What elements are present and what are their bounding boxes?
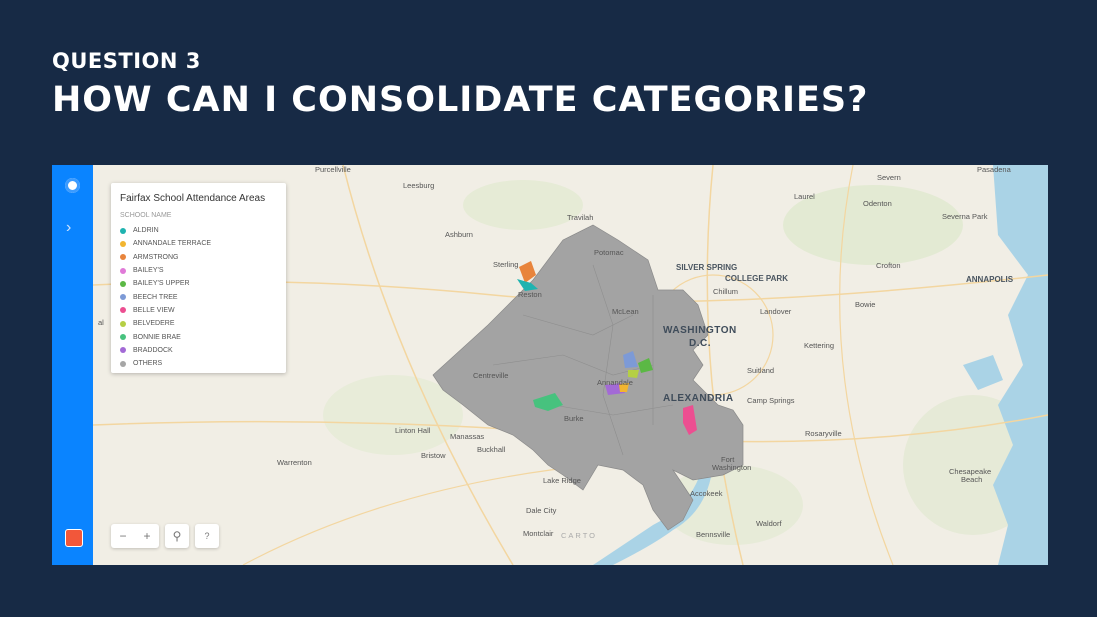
map-label: COLLEGE PARK xyxy=(725,274,788,283)
map-label: Sterling xyxy=(493,260,519,269)
search-icon[interactable]: ⚲ xyxy=(165,524,189,548)
legend-item-label: BONNIE BRAE xyxy=(133,333,181,341)
legend-item: BAILEY'S xyxy=(120,264,211,277)
map-label: Reston xyxy=(518,290,542,299)
legend-item: BAILEY'S UPPER xyxy=(120,277,211,290)
map-label: Ashburn xyxy=(445,230,473,239)
search-control: ⚲ xyxy=(165,524,189,548)
legend-swatch-icon xyxy=(120,294,126,301)
map-label: Crofton xyxy=(876,261,901,270)
map-label: al xyxy=(98,318,104,327)
map-label: McLean xyxy=(612,307,639,316)
slide-title: HOW CAN I CONSOLIDATE CATEGORIES? xyxy=(52,80,869,120)
zoom-controls: − + xyxy=(111,524,159,548)
map-label: Travilah xyxy=(567,213,594,222)
map-label: WASHINGTON xyxy=(663,325,737,336)
legend-swatch-icon xyxy=(120,307,126,314)
map-label: Buckhall xyxy=(477,445,506,454)
legend-item: BRADDOCK xyxy=(120,344,211,357)
legend-panel: Fairfax School Attendance Areas SCHOOL N… xyxy=(111,183,286,373)
map-label: Lake Ridge xyxy=(543,476,581,485)
map-label: Leesburg xyxy=(403,181,435,190)
map-label: Odenton xyxy=(863,199,892,208)
legend-item: ALDRIN xyxy=(120,224,211,237)
map-label: D.C. xyxy=(689,338,711,349)
help-button[interactable]: ? xyxy=(195,524,219,548)
legend-swatch-icon xyxy=(120,334,126,341)
layers-icon[interactable] xyxy=(65,178,80,193)
map-label: SILVER SPRING xyxy=(676,263,738,272)
map-label: Camp Springs xyxy=(747,396,795,405)
map-label: Bennsville xyxy=(696,530,731,539)
legend-item: BELVEDERE xyxy=(120,317,211,330)
legend-swatch-icon xyxy=(120,280,126,287)
map-label: Annandale xyxy=(597,378,633,387)
question-eyebrow: QUESTION 3 xyxy=(52,49,201,73)
map-label: Linton Hall xyxy=(395,426,431,435)
map-label: Bowie xyxy=(855,300,876,309)
legend-item-label: BELVEDERE xyxy=(133,320,175,328)
legend-list: ALDRIN ANNANDALE TERRACE ARMSTRONG BAILEY'S… xyxy=(120,224,211,370)
legend-swatch-icon xyxy=(120,320,126,327)
map-label: Purcellville xyxy=(315,165,351,174)
legend-item-label: ARMSTRONG xyxy=(133,253,179,261)
carto-attribution: CARTO xyxy=(561,531,597,540)
legend-swatch-icon xyxy=(120,240,126,247)
chevron-right-icon[interactable]: › xyxy=(66,219,71,237)
map-label: Bristow xyxy=(421,451,446,460)
legend-item-label: BRADDOCK xyxy=(133,346,173,354)
map-label: Warrenton xyxy=(277,458,312,467)
map-label: Severn xyxy=(877,173,901,182)
map-label: Manassas xyxy=(450,432,485,441)
carto-logo-icon[interactable] xyxy=(65,529,83,547)
map-label: Accokeek xyxy=(690,489,723,498)
map-label: Washington xyxy=(712,463,752,472)
map-label: Rosaryville xyxy=(805,429,842,438)
map-label: Waldorf xyxy=(756,519,782,528)
map-label: Pasadena xyxy=(977,165,1011,174)
legend-swatch-icon xyxy=(120,347,126,354)
map-label: Montclair xyxy=(523,529,554,538)
legend-item-label: ALDRIN xyxy=(133,227,159,235)
map-label: Laurel xyxy=(794,192,815,201)
legend-item-label: BAILEY'S xyxy=(133,267,164,275)
map-label: Burke xyxy=(564,414,584,423)
map-label: Kettering xyxy=(804,341,835,350)
map-controls: − + ⚲ ? xyxy=(111,524,225,548)
legend-swatch-icon xyxy=(120,360,126,367)
legend-item-label: BAILEY'S UPPER xyxy=(133,280,190,288)
help-control: ? xyxy=(195,524,219,548)
map-label: Potomac xyxy=(594,248,624,257)
legend-item: BONNIE BRAE xyxy=(120,330,211,343)
map-label: ANNAPOLIS xyxy=(966,275,1014,284)
map-label: Centreville xyxy=(473,371,509,380)
legend-item: ARMSTRONG xyxy=(120,251,211,264)
map-label: Beach xyxy=(961,475,983,484)
legend-item-label: OTHERS xyxy=(133,360,163,368)
legend-item: BEECH TREE xyxy=(120,290,211,303)
zoom-out-button[interactable]: − xyxy=(111,524,135,548)
legend-item-label: BEECH TREE xyxy=(133,293,178,301)
map-label: Landover xyxy=(760,307,792,316)
map-app: › Purcellville Leesburg Laurel Severn Pa… xyxy=(52,165,1048,565)
legend-swatch-icon xyxy=(120,254,126,261)
legend-item: OTHERS xyxy=(120,357,211,370)
legend-swatch-icon xyxy=(120,227,126,234)
map-label: Dale City xyxy=(526,506,557,515)
legend-item: ANNANDALE TERRACE xyxy=(120,237,211,250)
legend-subtitle: SCHOOL NAME xyxy=(120,212,172,219)
legend-swatch-icon xyxy=(120,267,126,274)
legend-title: Fairfax School Attendance Areas xyxy=(120,193,266,204)
legend-item-label: ANNANDALE TERRACE xyxy=(133,240,212,248)
map-label: Chillum xyxy=(713,287,739,296)
map-label: Severna Park xyxy=(942,212,988,221)
zoom-in-button[interactable]: + xyxy=(135,524,159,548)
sidebar: › xyxy=(52,165,93,565)
map-label: ALEXANDRIA xyxy=(663,393,734,404)
legend-item-label: BELLE VIEW xyxy=(133,306,175,314)
map-label: Suitland xyxy=(747,366,775,375)
legend-item: BELLE VIEW xyxy=(120,304,211,317)
